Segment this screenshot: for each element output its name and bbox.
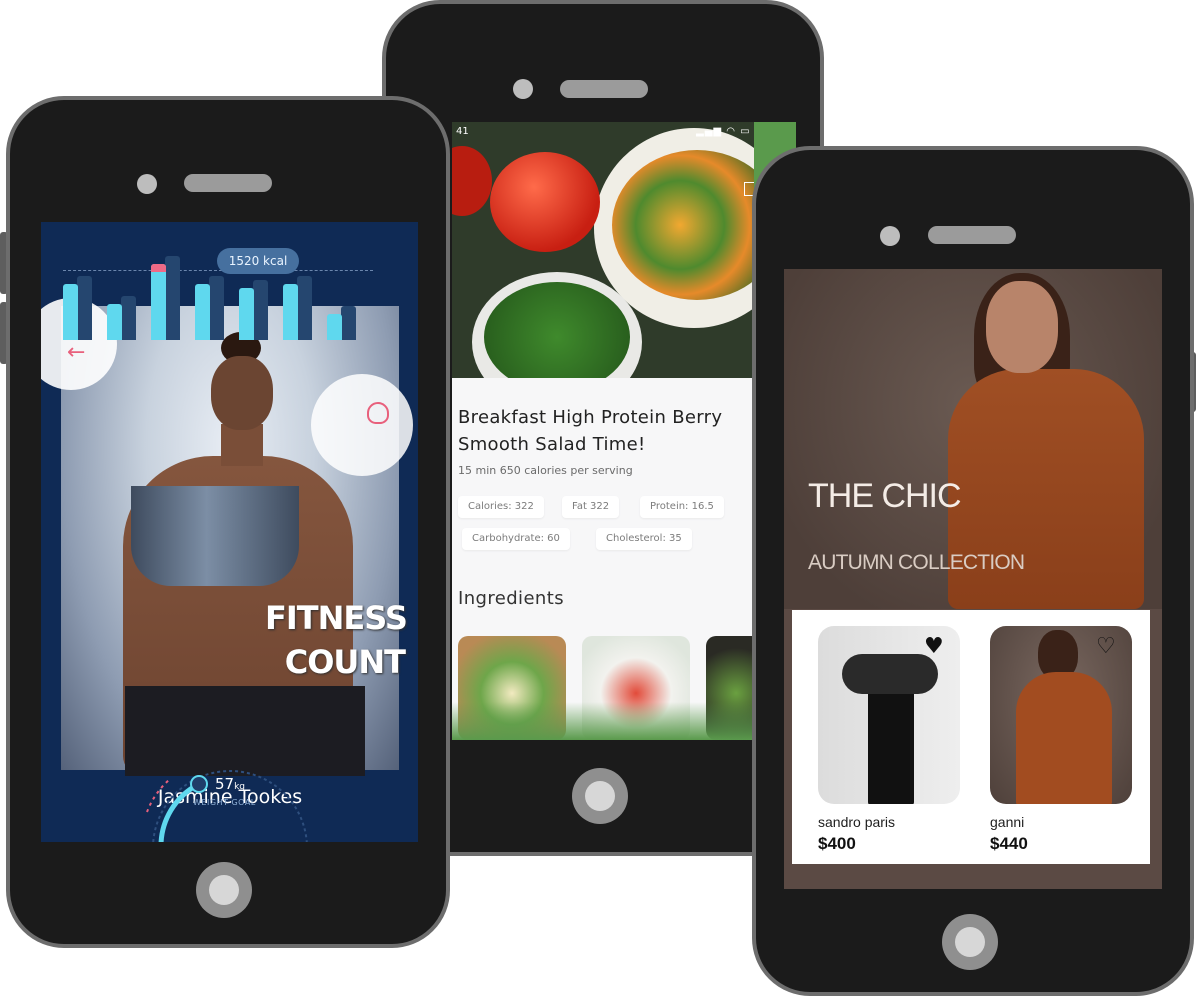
model-head-shape [986, 281, 1058, 373]
recipe-hero-photo: 41 ▂▄▆ ◠ ▭ [452, 122, 754, 378]
fitness-screen: ← FITNESS COUNT Jasmine Tookes 1520 kcal… [41, 222, 418, 842]
chart-bar[interactable] [107, 304, 122, 340]
bell-icon[interactable] [367, 402, 389, 424]
chart-bar-background [121, 296, 136, 340]
sleeve-shape [842, 654, 938, 694]
product-price: $440 [990, 834, 1028, 853]
product-price: $400 [818, 834, 856, 853]
front-camera [513, 79, 533, 99]
home-button[interactable] [196, 862, 252, 918]
recipe-subtitle: 15 min 650 calories per serving [458, 464, 633, 477]
gauge-progress [158, 781, 202, 842]
status-icons: ▂▄▆ ◠ ▭ [696, 126, 751, 137]
athlete-head-shape [211, 356, 273, 430]
speaker-grille [560, 80, 648, 98]
sports-bra-shape [131, 486, 299, 586]
weight-unit: kg [234, 782, 246, 792]
phone-fitness: ← FITNESS COUNT Jasmine Tookes 1520 kcal… [6, 96, 450, 948]
fashion-screen: THE CHIC AUTUMN COLLECTION ♥ sandro pari… [784, 269, 1162, 889]
nutrition-chip: Protein: 16.5 [640, 496, 724, 518]
recipe-details: Breakfast High Protein Berry Smooth Sala… [452, 378, 766, 740]
chart-bar[interactable] [151, 264, 166, 340]
chart-bar[interactable] [327, 314, 342, 340]
chart-bar-background [297, 276, 312, 340]
tomato-shape [452, 146, 492, 216]
product-list: ♥ sandro paris $400 ♡ ganni $440 [792, 610, 1150, 864]
front-camera [880, 226, 900, 246]
chart-bar-background [209, 276, 224, 340]
app-title: FITNESS COUNT [265, 596, 408, 684]
heart-outline-icon[interactable]: ♡ [1096, 636, 1116, 658]
orange-outfit-shape [1016, 672, 1112, 804]
chart-bar[interactable] [239, 288, 254, 340]
product-name: sandro paris [818, 814, 896, 830]
recipe-title: Breakfast High Protein Berry Smooth Sala… [458, 407, 723, 455]
status-time: 41 [456, 126, 469, 137]
weight-value: 57kg [215, 775, 245, 793]
athlete-neck-shape [221, 424, 263, 466]
fashion-hero-photo: THE CHIC AUTUMN COLLECTION [784, 269, 1162, 609]
recipe-screen: 41 ▂▄▆ ◠ ▭ Breakfast High Protein Berry … [452, 122, 796, 740]
phone-fashion: THE CHIC AUTUMN COLLECTION ♥ sandro pari… [752, 146, 1194, 996]
app-title-line1: FITNESS [265, 599, 408, 637]
nutrition-chip: Fat 322 [562, 496, 620, 518]
chart-bar-background [341, 306, 356, 340]
nutrition-chip: Carbohydrate: 60 [462, 528, 570, 550]
speaker-grille [184, 174, 272, 192]
hero-title: THE CHIC [808, 477, 962, 515]
front-camera [137, 174, 157, 194]
athlete-photo: ← FITNESS COUNT Jasmine Tookes [41, 298, 413, 808]
chart-bar-background [165, 256, 180, 340]
home-button[interactable] [942, 914, 998, 970]
hero-subtitle: AUTUMN COLLECTION [808, 551, 1025, 574]
heart-filled-icon[interactable]: ♥ [924, 636, 944, 658]
app-title-line2: COUNT [284, 643, 406, 681]
calorie-badge: 1520 kcal [217, 248, 299, 274]
notification-button-circle[interactable] [311, 374, 413, 476]
chart-bar[interactable] [195, 284, 210, 340]
chart-bar-highlight [151, 264, 166, 272]
nutrition-chip: Calories: 322 [458, 496, 544, 518]
chart-bar-background [77, 276, 92, 340]
chart-bar-background [253, 280, 268, 340]
back-arrow-icon[interactable]: ← [67, 340, 85, 365]
chart-bar[interactable] [283, 284, 298, 340]
product-name: ganni [990, 814, 1025, 830]
screen-fade [452, 702, 754, 740]
ingredients-heading: Ingredients [458, 588, 564, 609]
speaker-grille [928, 226, 1016, 244]
nutrition-chip: Cholesterol: 35 [596, 528, 692, 550]
chart-bar[interactable] [63, 284, 78, 340]
weight-number: 57 [215, 775, 235, 793]
home-button[interactable] [572, 768, 628, 824]
tomato-shape [490, 152, 600, 252]
weight-goal-label: WEIGHT GOAL [193, 798, 256, 807]
gauge-knob [190, 775, 208, 793]
